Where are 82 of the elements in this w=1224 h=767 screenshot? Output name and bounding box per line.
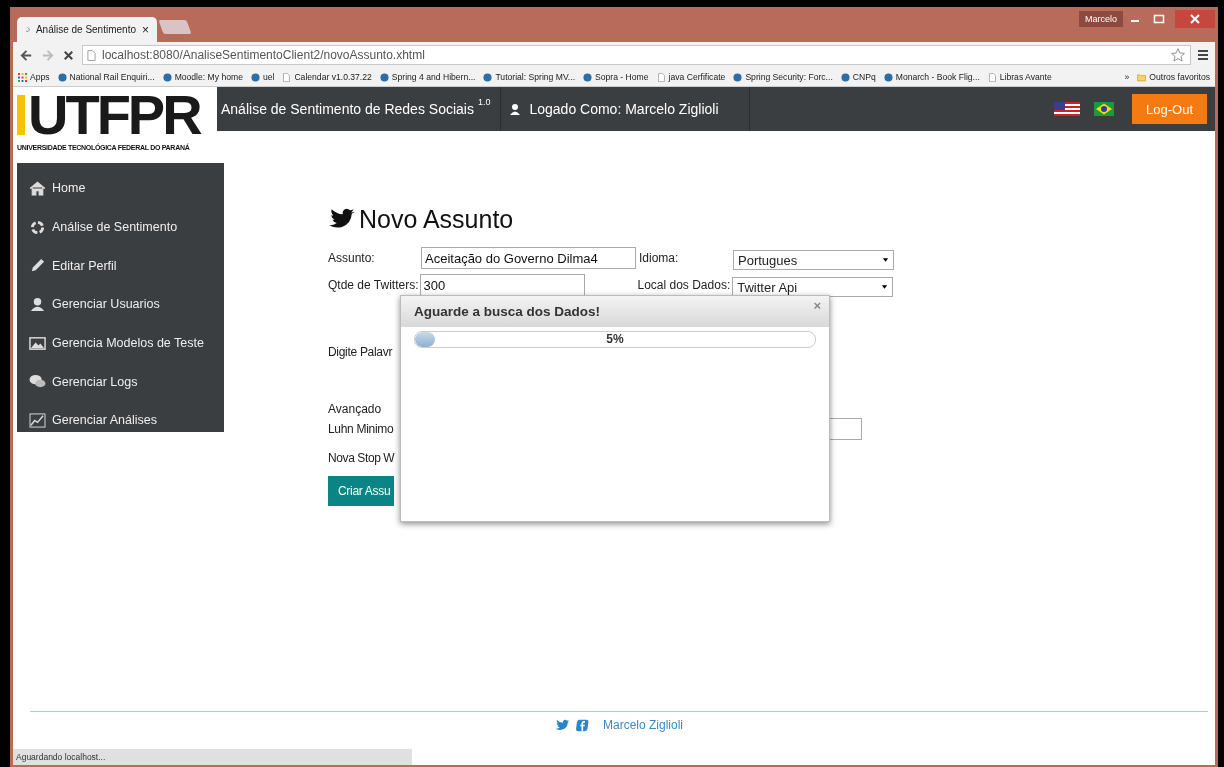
sidebar-item[interactable]: Gerencia Modelos de Teste — [17, 323, 224, 363]
chart-icon — [29, 412, 46, 428]
page-title: Novo Assunto — [359, 204, 514, 234]
site-icon — [583, 72, 593, 82]
site-icon — [483, 72, 493, 82]
language-select[interactable]: Portugues — [733, 250, 894, 270]
bookmark[interactable]: Tutorial: Spring MV... — [483, 72, 576, 82]
site-icon — [162, 72, 172, 82]
field-label: Local dos Dados: — [637, 278, 731, 292]
user-icon — [29, 296, 46, 312]
page-icon — [282, 72, 292, 82]
caret-icon — [882, 257, 889, 263]
count-field[interactable]: 300 — [419, 274, 585, 296]
chat-icon — [29, 374, 46, 390]
field-label: Luhn Minimo — [328, 422, 394, 436]
bird-icon[interactable] — [555, 718, 570, 732]
subject-field[interactable]: Aceitação do Governo Dilma4 — [421, 247, 636, 269]
sidebar-item[interactable]: Home — [17, 169, 224, 208]
progress-reading: 5% — [606, 332, 624, 347]
field-label: Qtde de Twitters: — [328, 278, 419, 292]
author-link[interactable]: Marcelo Ziglioli — [603, 718, 683, 732]
close-tab-button[interactable]: × — [142, 22, 149, 37]
bookmark[interactable]: CNPq — [840, 72, 876, 82]
bookmark[interactable]: Monarch - Book Flig... — [883, 72, 980, 82]
new-tab-button[interactable] — [158, 20, 192, 34]
site-icon — [250, 72, 260, 82]
ring-icon — [29, 219, 46, 235]
page-icon — [987, 72, 997, 82]
bookmark[interactable]: Spring 4 and Hibern... — [379, 72, 476, 82]
bookmark[interactable]: Moodle: My home — [162, 72, 243, 82]
submit-button[interactable]: Criar Assu — [328, 476, 395, 506]
user-icon — [509, 103, 522, 115]
bookmark[interactable]: Sopra - Home — [583, 72, 649, 82]
bookmark[interactable]: National Rail Enquiri... — [57, 72, 155, 82]
sidebar-item[interactable]: Análise de Sentimento — [17, 207, 224, 247]
sidebar-item[interactable]: Editar Perfil — [17, 246, 224, 286]
bookmark-folder[interactable]: Outros favoritos — [1137, 72, 1210, 82]
bookmark[interactable]: uel — [250, 72, 275, 82]
field-label: Digite Palavr — [328, 345, 394, 359]
profile-button[interactable]: Marcelo — [1079, 11, 1123, 27]
folder-icon — [1137, 72, 1147, 82]
sidebar-item[interactable]: Gerenciar Análises — [17, 401, 224, 440]
home-icon — [29, 180, 46, 196]
image-icon — [29, 335, 46, 351]
page-icon — [656, 72, 666, 82]
app-title: Análise de Sentimento de Redes Sociais $^{1.0}$ — [217, 87, 502, 131]
facebook-icon[interactable] — [574, 718, 589, 732]
field-label: Assunto: — [328, 251, 376, 265]
section-label: Avançado — [328, 402, 383, 416]
bookmark[interactable]: Calendar v1.0.37.22 — [282, 72, 372, 82]
apps-icon — [18, 72, 27, 82]
bookmark[interactable]: Apps — [18, 72, 50, 82]
dialog-title: Aguarde a busca dos Dados! — [414, 304, 601, 319]
bookmark[interactable]: Libras Avante — [987, 72, 1052, 82]
pencil-icon — [29, 258, 46, 274]
site-icon — [379, 72, 389, 82]
close-icon[interactable] — [1175, 10, 1215, 28]
page-icon — [87, 49, 96, 61]
site-icon — [57, 72, 67, 82]
sidebar-item[interactable]: Gerenciar Usuarios — [17, 285, 224, 324]
bookmark[interactable]: java Cerfificate — [656, 72, 726, 82]
us-flag-icon[interactable] — [1054, 102, 1080, 116]
status-bubble: Aguardando localhost... — [13, 749, 412, 765]
sidebar-item[interactable]: Gerenciar Logs — [17, 362, 224, 402]
browser-tab[interactable]: Análise de Sentimento × — [17, 17, 157, 42]
logo-text: UTFPR — [28, 87, 202, 143]
field-label: Nova Stop W — [328, 451, 396, 465]
bookmark[interactable]: Spring Security: Forc... — [733, 72, 833, 82]
address-bar[interactable]: localhost:8080/AnaliseSentimentoClient2/novoAssunto.xhtml — [82, 45, 1191, 65]
caret-icon — [881, 284, 889, 290]
site-icon — [883, 72, 893, 82]
site-icon — [840, 72, 850, 82]
star-icon[interactable] — [1170, 47, 1186, 63]
back-icon[interactable] — [19, 47, 34, 63]
brazil-flag-icon[interactable] — [1094, 102, 1114, 116]
field-label: Idioma: — [639, 251, 680, 265]
site-icon — [733, 72, 743, 82]
menu-icon[interactable] — [1197, 49, 1209, 61]
more-bookmarks-button[interactable]: » — [1124, 72, 1130, 82]
logged-user: Logado Como: Marcelo Ziglioli — [529, 101, 719, 117]
bird-icon — [328, 207, 356, 231]
loading-icon — [25, 25, 30, 34]
